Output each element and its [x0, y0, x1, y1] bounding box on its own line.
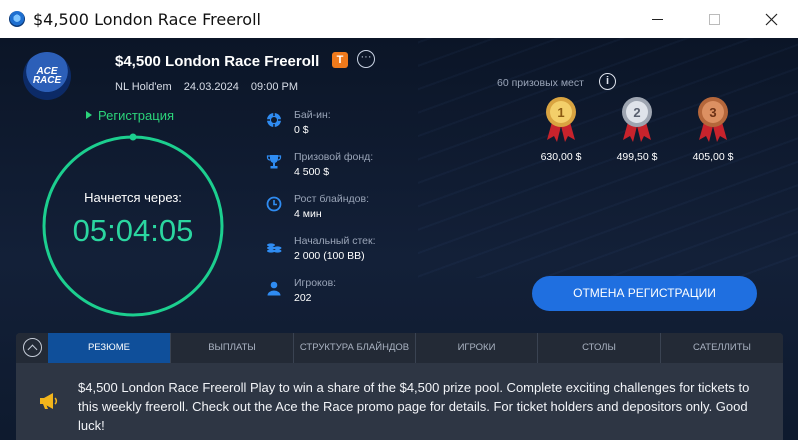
collapse-toggle[interactable]: [23, 338, 42, 357]
ticket-badge: T: [332, 52, 348, 68]
info-buyin: Бай-ин: 0 $: [266, 109, 486, 145]
tournament-meta: NL Hold'em 24.03.2024 09:00 PM: [115, 81, 307, 93]
tab-players[interactable]: ИГРОКИ: [416, 333, 538, 363]
third-prize-value: 405,00 $: [692, 151, 734, 163]
countdown-timer: 05:04:05: [72, 213, 194, 248]
maximize-icon: [708, 13, 720, 25]
start-time: 09:00 PM: [250, 81, 298, 93]
prize-places-label: 60 призовых мест: [497, 77, 584, 89]
second-prize-value: 499,50 $: [616, 151, 658, 163]
svg-text:2: 2: [633, 105, 640, 120]
window-title: $4,500 London Race Freeroll: [33, 10, 261, 29]
tournament-lobby: ACE RACE $4,500 London Race Freeroll T ·…: [0, 38, 798, 440]
ace-the-race-logo: ACE RACE: [23, 52, 71, 100]
info-icon[interactable]: i: [599, 73, 616, 90]
info-starting-stack: Начальный стек: 2 000 (100 BB): [266, 235, 486, 271]
tab-blind-structure[interactable]: СТРУКТУРА БЛАЙНДОВ: [294, 333, 416, 363]
close-button[interactable]: [748, 0, 794, 38]
cancel-registration-button[interactable]: ОТМЕНА РЕГИСТРАЦИИ: [532, 276, 757, 311]
details-panel: РЕЗЮМЕ ВЫПЛАТЫ СТРУКТУРА БЛАЙНДОВ ИГРОКИ…: [16, 333, 783, 440]
tab-bar: РЕЗЮМЕ ВЫПЛАТЫ СТРУКТУРА БЛАЙНДОВ ИГРОКИ…: [16, 333, 783, 363]
close-icon: [765, 13, 777, 25]
minimize-icon: [651, 18, 663, 20]
silver-medal-icon: 2: [622, 97, 652, 142]
game-type: NL Hold'em: [115, 81, 172, 93]
registration-status: Регистрация: [86, 108, 174, 123]
megaphone-icon: [40, 393, 58, 409]
tab-tables[interactable]: СТОЛЫ: [538, 333, 661, 363]
app-icon: [9, 11, 25, 27]
info-prize-pool: Призовой фонд: 4 500 $: [266, 151, 486, 187]
user-icon: [267, 281, 281, 296]
summary-content: $4,500 London Race Freeroll Play to win …: [16, 363, 783, 440]
svg-text:3: 3: [709, 105, 716, 120]
window-titlebar: $4,500 London Race Freeroll: [0, 0, 798, 38]
tab-payouts[interactable]: ВЫПЛАТЫ: [171, 333, 294, 363]
tournament-title: $4,500 London Race Freeroll: [115, 53, 320, 70]
starts-in-label: Начнется через:: [84, 190, 182, 205]
tab-satellites[interactable]: САТЕЛЛИТЫ: [661, 333, 783, 363]
chip-icon: [267, 113, 281, 127]
bronze-medal-icon: 3: [698, 97, 728, 142]
gold-medal-icon: 1: [546, 97, 576, 142]
summary-text: $4,500 London Race Freeroll Play to win …: [78, 380, 750, 433]
svg-text:1: 1: [557, 105, 564, 120]
start-date: 24.03.2024: [183, 81, 239, 93]
chip-stack-icon: [267, 243, 282, 253]
tab-summary[interactable]: РЕЗЮМЕ: [48, 333, 171, 363]
info-players: Игроков: 202: [266, 277, 486, 313]
more-options-button[interactable]: ···: [357, 50, 375, 68]
play-icon: [86, 111, 92, 119]
first-prize-value: 630,00 $: [540, 151, 582, 163]
minimize-button[interactable]: [634, 0, 680, 38]
clock-icon: [266, 196, 282, 212]
trophy-icon: [266, 155, 282, 169]
info-blind-level: Рост блайндов: 4 мин: [266, 193, 486, 229]
maximize-button[interactable]: [691, 0, 737, 38]
